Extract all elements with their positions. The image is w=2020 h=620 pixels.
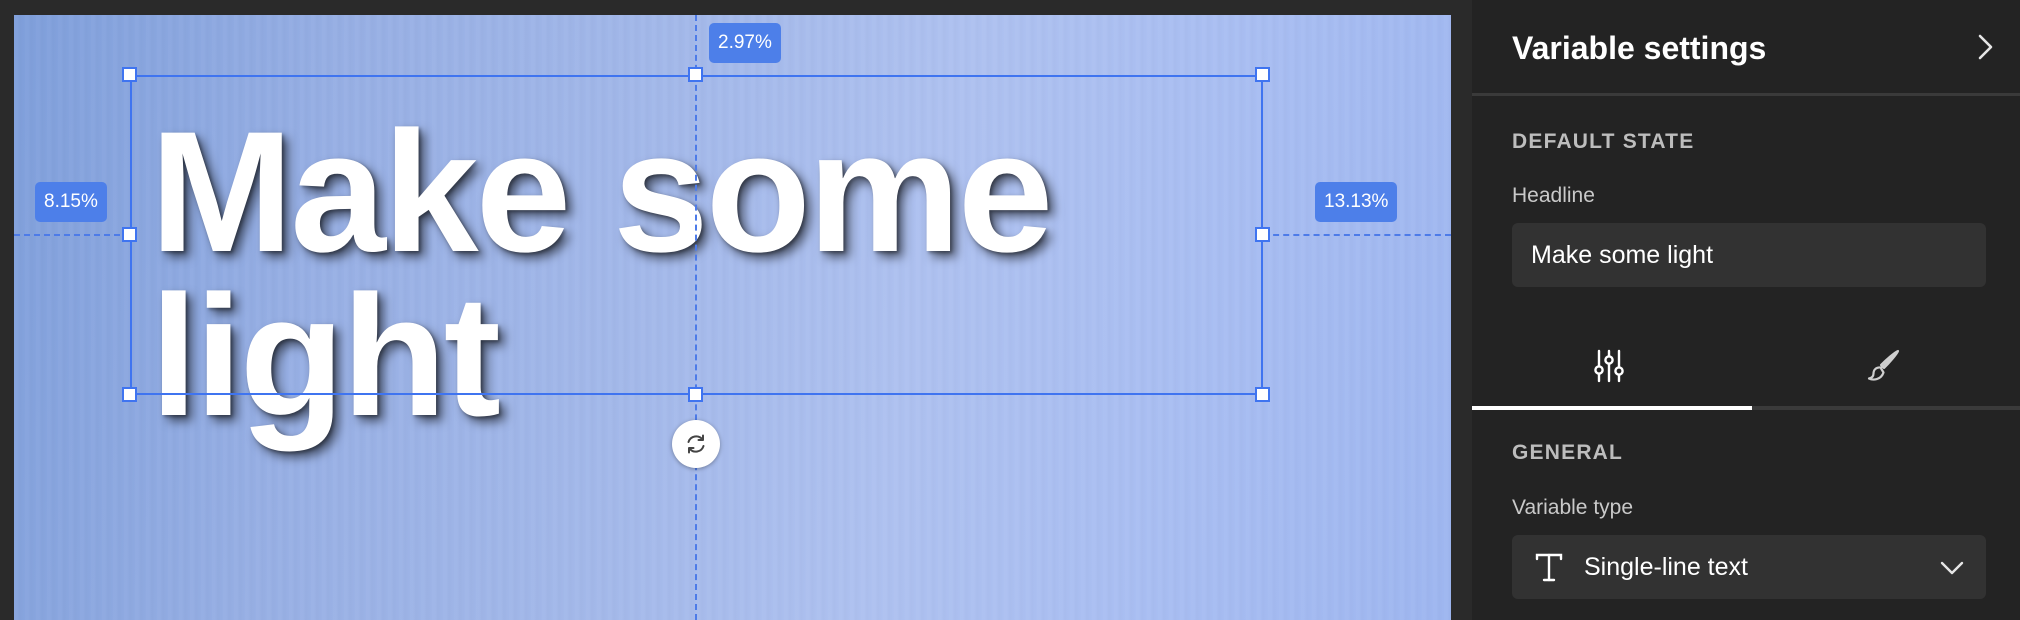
resize-handle-bottom-left[interactable] bbox=[122, 387, 137, 402]
brush-icon bbox=[1867, 349, 1900, 381]
measure-right-badge: 13.13% bbox=[1315, 182, 1398, 222]
settings-tabs bbox=[1472, 320, 2020, 412]
general-section-label: GENERAL bbox=[1512, 441, 1624, 464]
headline-field[interactable] bbox=[1512, 223, 1986, 287]
panel-header: Variable settings bbox=[1472, 0, 2020, 96]
tab-style[interactable] bbox=[1746, 320, 2020, 412]
resize-handle-bottom[interactable] bbox=[688, 387, 703, 402]
panel-title: Variable settings bbox=[1512, 30, 1767, 66]
headline-field-label: Headline bbox=[1512, 184, 1595, 207]
resize-handle-right[interactable] bbox=[1255, 227, 1270, 242]
variable-type-select[interactable]: Single-line text bbox=[1512, 535, 1986, 599]
chevron-down-icon bbox=[1940, 561, 1964, 575]
resize-handle-top-left[interactable] bbox=[122, 67, 137, 82]
canvas-gutter bbox=[1451, 0, 1472, 620]
variable-settings-panel: Variable settings DEFAULT STATE Headline bbox=[1472, 0, 2020, 620]
rotate-button[interactable] bbox=[672, 420, 720, 468]
text-type-icon bbox=[1535, 553, 1563, 582]
variable-type-value: Single-line text bbox=[1584, 552, 1748, 581]
sliders-icon bbox=[1594, 349, 1624, 383]
resize-handle-top-right[interactable] bbox=[1255, 67, 1270, 82]
resize-handle-top[interactable] bbox=[688, 67, 703, 82]
variable-type-label: Variable type bbox=[1512, 496, 1634, 519]
guide-left bbox=[14, 234, 130, 236]
collapse-panel-button[interactable] bbox=[1970, 32, 2000, 62]
canvas-area: Make some light 2.97% 8.15% 13.13% bbox=[0, 0, 1472, 620]
selection-box[interactable] bbox=[130, 75, 1263, 395]
rotate-icon bbox=[687, 434, 705, 454]
chevron-right-icon bbox=[1978, 34, 1993, 60]
tab-active-indicator bbox=[1472, 406, 1752, 410]
tab-adjustments[interactable] bbox=[1472, 320, 1746, 412]
measure-top-badge: 2.97% bbox=[709, 23, 781, 63]
guide-right bbox=[1263, 234, 1451, 236]
resize-handle-left[interactable] bbox=[122, 227, 137, 242]
resize-handle-bottom-right[interactable] bbox=[1255, 387, 1270, 402]
default-state-section-label: DEFAULT STATE bbox=[1512, 130, 1695, 153]
measure-left-badge: 8.15% bbox=[35, 182, 107, 222]
